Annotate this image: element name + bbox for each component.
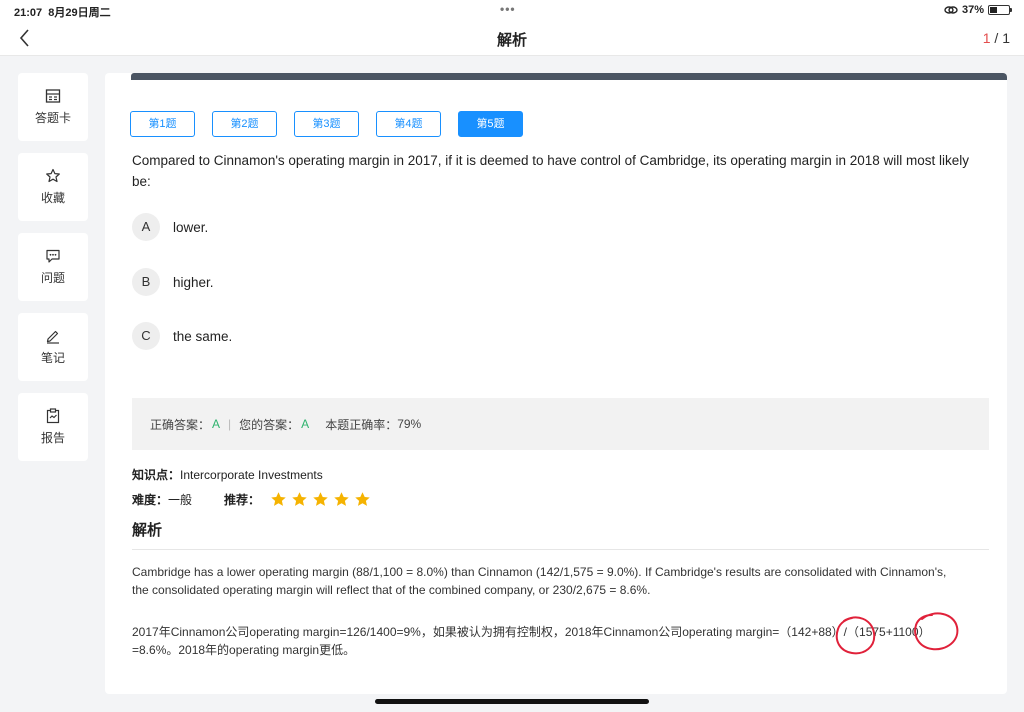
message-icon — [46, 249, 60, 263]
tab-question-3[interactable]: 第3题 — [294, 111, 359, 137]
recommend-label: 推荐： — [224, 493, 261, 507]
option-text: higher. — [173, 274, 214, 290]
battery-percent: 37% — [961, 4, 984, 16]
star-icon — [355, 492, 370, 506]
sidebar-item-notes[interactable]: 笔记 — [18, 313, 88, 381]
sidebar-item-favorite[interactable]: 收藏 — [18, 153, 88, 221]
battery-fill — [990, 7, 998, 13]
option-letter: C — [132, 322, 160, 350]
knowledge-value: Intercorporate Investments — [180, 467, 323, 482]
correct-answer-label: 正确答案： — [150, 417, 211, 432]
page-title: 解析 — [496, 32, 527, 49]
divider — [132, 549, 989, 550]
date: 8月29日周二 — [48, 7, 111, 19]
tab-question-4[interactable]: 第4题 — [376, 111, 441, 137]
answer-separator: | — [228, 417, 232, 431]
analysis-paragraph-zh: 2017年Cinnamon公司operating margin=126/1400… — [132, 625, 931, 657]
link-icon — [944, 6, 958, 14]
star-icon — [292, 492, 307, 506]
nav-bar: 解析 1 / 1 — [0, 20, 1024, 56]
option-c[interactable]: C the same. — [132, 322, 232, 350]
answer-summary: 正确答案： A | 您的答案： A 本题正确率： 79% — [132, 398, 989, 450]
knowledge-label: 知识点： — [132, 468, 181, 482]
sidebar-item-label: 问题 — [40, 271, 65, 285]
page-current: 1 — [982, 30, 991, 46]
option-b[interactable]: B higher. — [132, 268, 214, 296]
recommend-stars — [270, 491, 371, 508]
clock: 21:07 — [14, 7, 43, 19]
page-total: / 1 — [994, 30, 1010, 46]
sidebar-item-label: 答题卡 — [34, 111, 71, 125]
knowledge-point: 知识点： Intercorporate Investments — [132, 466, 323, 483]
star-icon — [334, 492, 349, 506]
sidebar-item-answer-sheet[interactable]: 答题卡 — [18, 73, 88, 141]
correct-answer-value: A — [212, 417, 221, 431]
analysis-title: 解析 — [132, 522, 163, 539]
option-a[interactable]: A lower. — [132, 213, 208, 241]
accuracy-label: 本题正确率： — [325, 417, 398, 432]
question-tabs: 第1题 第2题 第3题 第4题 第5题 — [130, 111, 523, 137]
star-icon — [313, 492, 328, 506]
analysis-paragraph-en: Cambridge has a lower operating margin (… — [132, 565, 947, 597]
option-text: the same. — [173, 328, 233, 344]
difficulty-row: 难度： 一般 推荐： — [132, 491, 371, 508]
your-answer-label: 您的答案： — [239, 417, 300, 432]
sidebar-item-label: 笔记 — [40, 351, 65, 365]
option-letter: A — [132, 213, 160, 241]
difficulty-value: 一般 — [168, 493, 193, 507]
status-time: 21:07 8月29日周二 — [14, 4, 111, 20]
option-letter: B — [132, 268, 160, 296]
tab-question-5[interactable]: 第5题 — [458, 111, 523, 137]
your-answer-value: A — [301, 417, 310, 431]
sidebar-item-report[interactable]: 报告 — [18, 393, 88, 461]
top-strip — [131, 73, 1007, 80]
sidebar-item-label: 报告 — [40, 431, 65, 445]
tab-question-2[interactable]: 第2题 — [212, 111, 277, 137]
sidebar: 答题卡 收藏 问题 笔记 报告 — [18, 73, 88, 473]
battery-icon — [988, 5, 1012, 15]
star-icon — [46, 168, 60, 183]
content-card: 第1题 第2题 第3题 第4题 第5题 Compared to Cinnamon… — [105, 73, 1007, 694]
pen-icon — [46, 330, 59, 344]
status-bar: 21:07 8月29日周二 ••• 37% — [0, 0, 1024, 20]
answer-sheet-icon — [45, 89, 61, 103]
tab-question-1[interactable]: 第1题 — [130, 111, 195, 137]
sidebar-item-question[interactable]: 问题 — [18, 233, 88, 301]
status-right: 37% — [944, 4, 1012, 16]
sidebar-item-label: 收藏 — [40, 191, 65, 205]
multitask-dots[interactable]: ••• — [500, 2, 516, 16]
option-text: lower. — [173, 219, 209, 235]
clipboard-icon — [46, 408, 60, 424]
page-counter: 1 / 1 — [983, 30, 1010, 46]
home-indicator[interactable] — [375, 699, 649, 704]
question-text: Compared to Cinnamon's operating margin … — [132, 153, 969, 189]
star-icon — [271, 492, 286, 506]
difficulty-label: 难度： — [132, 493, 169, 507]
accuracy-value: 79% — [397, 417, 422, 431]
